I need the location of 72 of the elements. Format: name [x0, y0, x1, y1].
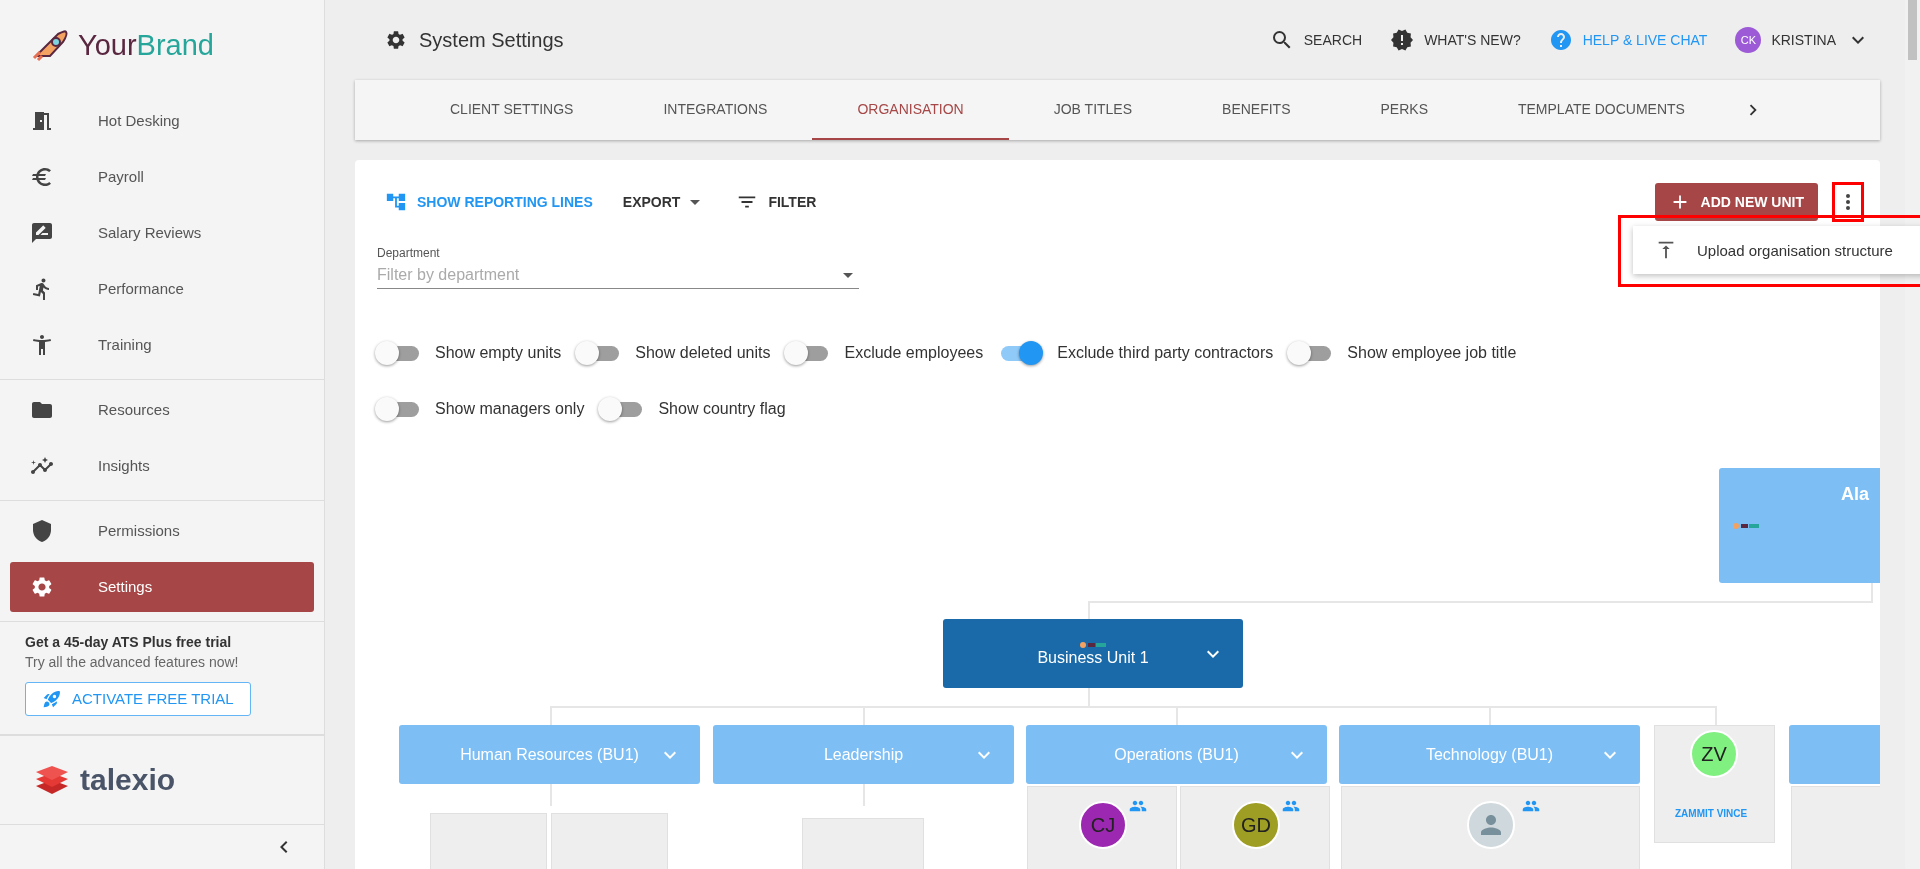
menu-item[interactable]: Upload organisation structure — [1633, 226, 1920, 274]
tab[interactable]: BENEFITS — [1177, 80, 1336, 140]
brand-mini-logo-icon — [1733, 521, 1759, 530]
employee-card[interactable]: GD — [1180, 786, 1330, 869]
dropdown-icon — [843, 272, 853, 278]
search-link[interactable]: SEARCH — [1269, 28, 1363, 52]
toggle-label: Exclude employees — [844, 344, 984, 362]
settings-icon — [385, 29, 407, 51]
toggle-label: Exclude third party contractors — [1057, 344, 1274, 362]
nav-icon — [30, 109, 54, 133]
sidebar-item[interactable]: Resources — [10, 382, 314, 438]
node-title: Business Unit 1 — [1037, 648, 1149, 667]
vendor-logo-text: talexio — [80, 763, 176, 797]
user-avatar: CK — [1735, 27, 1762, 53]
employee-card[interactable]: ZV ZAMMIT VINCE — [1654, 725, 1775, 843]
toggle-switch[interactable] — [375, 341, 421, 365]
tab[interactable]: PERKS — [1335, 80, 1473, 140]
sidebar-item[interactable]: Training — [10, 317, 314, 373]
user-menu[interactable]: CK KRISTINA — [1735, 27, 1870, 53]
dropdown-icon — [690, 199, 701, 205]
toggle-label: Show empty units — [435, 344, 562, 362]
page-title: System Settings — [385, 28, 564, 52]
node-title: Leadership — [823, 745, 904, 764]
nav-icon — [30, 221, 54, 245]
toggle-label: Show employee job title — [1347, 344, 1517, 362]
sidebar-item[interactable]: Payroll — [10, 149, 314, 205]
help-icon — [1548, 28, 1573, 52]
hierarchy-icon — [385, 191, 407, 213]
toggle-label: Show deleted units — [635, 344, 771, 362]
promo-text: Try all the advanced features now! — [25, 654, 240, 670]
node-title: Technology (BU1) — [1425, 745, 1554, 764]
sidebar-item[interactable]: Salary Reviews — [10, 205, 314, 261]
avatar: ZV — [1690, 730, 1738, 778]
org-node[interactable]: Business Unit 1 — [943, 619, 1243, 688]
nav-icon — [30, 575, 54, 599]
rocket-icon — [42, 689, 62, 709]
org-node[interactable] — [1789, 725, 1880, 784]
rocket-logo-icon — [30, 28, 70, 63]
brand-mini-logo-icon — [1080, 640, 1106, 649]
more-icon — [1846, 194, 1850, 210]
node-title: Operations (BU1) — [1114, 745, 1239, 764]
avatar: GD — [1232, 801, 1280, 849]
toggle-label: Show managers only — [435, 400, 585, 418]
nav-icon — [30, 165, 54, 189]
person-silhouette-avatar — [1467, 801, 1515, 849]
promo-title: Get a 45-day ATS Plus free trial — [25, 634, 233, 650]
tab[interactable]: ORGANISATION — [812, 80, 1009, 140]
sidebar-item[interactable]: Hot Desking — [10, 93, 314, 149]
layers-logo-icon — [34, 764, 70, 796]
news-link[interactable]: WHAT'S NEW? — [1390, 28, 1521, 52]
avatar: CJ — [1079, 801, 1127, 849]
more-button[interactable] — [1832, 182, 1864, 222]
toggle-switch[interactable] — [375, 397, 421, 421]
toggle-label: Show country flag — [658, 400, 786, 418]
news-icon — [1390, 28, 1415, 52]
sidebar-item[interactable]: Insights — [10, 438, 314, 494]
tab[interactable]: TEMPLATE DOCUMENTS — [1473, 80, 1730, 140]
nav-icon — [30, 333, 54, 357]
tab[interactable]: INTEGRATIONS — [618, 80, 813, 140]
department-field[interactable]: Department Filter by department — [377, 246, 859, 289]
sidebar-item[interactable]: Settings — [10, 562, 314, 612]
tab[interactable]: CLIENT SETTINGS — [405, 80, 619, 140]
brand-name: YourBrand — [78, 29, 214, 62]
nav-icon — [30, 519, 54, 543]
filter-button[interactable]: FILTER — [728, 187, 825, 217]
tab[interactable]: JOB TITLES — [1008, 80, 1178, 140]
export-button[interactable]: EXPORT — [614, 190, 715, 214]
sidebar-item[interactable]: Permissions — [10, 503, 314, 559]
sidebar-item[interactable]: Performance — [10, 261, 314, 317]
node-title: Human Resources (BU1) — [460, 745, 639, 764]
node-title: Ala — [1841, 484, 1869, 505]
employee-name: ZAMMIT VINCE — [1675, 808, 1748, 819]
